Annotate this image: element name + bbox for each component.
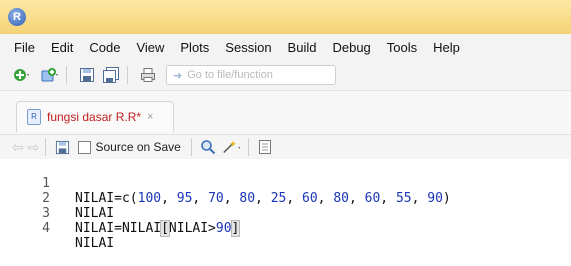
source-on-save-checkbox[interactable] [78, 140, 92, 154]
bracket-highlight: [ [160, 220, 170, 237]
toolbar-divider [190, 138, 192, 156]
code-line-4: 4 NILAI [0, 206, 571, 251]
editor-toolbar: ⇦ ⇨ Source on Save [0, 134, 571, 160]
r-logo-icon: R [8, 8, 26, 26]
main-toolbar: ➜ Go to file/function [0, 60, 571, 91]
toolbar-divider [45, 138, 47, 156]
go-to-file-input[interactable]: ➜ Go to file/function [166, 65, 336, 85]
forward-arrow-icon[interactable]: ⇨ [28, 139, 40, 156]
go-to-arrow-icon: ➜ [173, 69, 183, 82]
title-bar: R [0, 0, 571, 34]
go-to-file-placeholder: Go to file/function [187, 69, 273, 81]
toolbar-divider [66, 66, 67, 84]
close-tab-icon[interactable]: × [147, 111, 153, 123]
save-icon[interactable] [77, 65, 97, 85]
compile-report-icon[interactable] [255, 137, 275, 157]
toolbar-divider [127, 66, 128, 84]
menu-bar: File Edit Code View Plots Session Build … [0, 34, 571, 60]
menu-tools[interactable]: Tools [379, 40, 425, 55]
r-file-icon: R [27, 109, 41, 125]
menu-plots[interactable]: Plots [172, 40, 217, 55]
code-text: NILAI=NILAI[NILAI>90] [75, 220, 241, 237]
editor-save-icon[interactable] [52, 137, 72, 157]
save-all-icon[interactable] [101, 65, 121, 85]
editor-tab-row: R fungsi dasar R.R* × [0, 91, 571, 134]
menu-session[interactable]: Session [217, 40, 279, 55]
print-icon[interactable] [138, 65, 158, 85]
code-editor[interactable]: 1 NILAI=c(100, 95, 70, 80, 25, 60, 80, 6… [0, 159, 571, 251]
line-number: 4 [42, 221, 50, 236]
tab-label: fungsi dasar R.R* [47, 110, 142, 124]
menu-view[interactable]: View [128, 40, 172, 55]
menu-build[interactable]: Build [280, 40, 325, 55]
find-icon[interactable] [198, 137, 218, 157]
code-line-3: 3 NILAI=NILAI[NILAI>90] [0, 191, 571, 237]
menu-edit[interactable]: Edit [43, 40, 81, 55]
code-line-1: 1 NILAI=c(100, 95, 70, 80, 25, 60, 80, 6… [0, 161, 571, 206]
magic-wand-icon[interactable] [222, 137, 242, 157]
code-text: NILAI [75, 236, 115, 251]
bracket-highlight: ] [230, 220, 241, 237]
menu-help[interactable]: Help [425, 40, 468, 55]
toolbar-divider [247, 138, 249, 156]
back-arrow-icon[interactable]: ⇦ [12, 139, 24, 156]
new-file-icon[interactable] [12, 65, 32, 85]
menu-debug[interactable]: Debug [324, 40, 378, 55]
menu-code[interactable]: Code [81, 40, 128, 55]
new-project-icon[interactable] [40, 65, 60, 85]
code-line-2: 2 NILAI [0, 176, 571, 221]
menu-file[interactable]: File [0, 40, 43, 55]
tab-fungsi-dasar[interactable]: R fungsi dasar R.R* × [16, 101, 174, 132]
source-on-save-label: Source on Save [95, 140, 181, 154]
